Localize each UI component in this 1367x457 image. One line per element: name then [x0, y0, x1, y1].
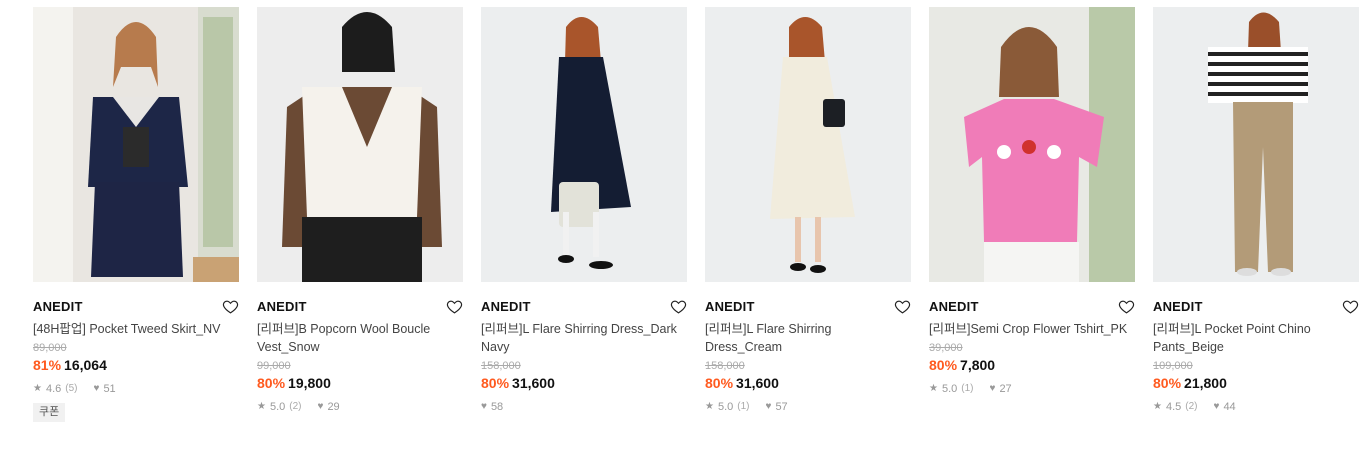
- original-price: 39,000: [929, 342, 963, 354]
- rating-value: 5.0: [941, 383, 958, 395]
- product-image[interactable]: [1153, 7, 1359, 282]
- product-meta: ★ 5.0 (1) ♥ 57: [705, 401, 911, 413]
- product-grid: ANEDIT [48H팝업] Pocket Tweed Skirt_NV 89,…: [33, 7, 1359, 422]
- discount-rate: 80%: [705, 375, 734, 391]
- price-row: 81% 16,064: [33, 356, 239, 374]
- product-title[interactable]: [리퍼브]B Popcorn Wool Boucle Vest_Snow: [257, 320, 463, 356]
- like-heart-icon[interactable]: [669, 297, 687, 315]
- star-icon: ★: [33, 383, 42, 394]
- like-count: 58: [490, 401, 504, 413]
- product-photo-tweed-skirt: [33, 7, 239, 282]
- rating-value: 5.0: [269, 401, 286, 413]
- review-count: (1): [961, 383, 974, 394]
- brand-name[interactable]: ANEDIT: [33, 299, 83, 314]
- product-image[interactable]: [481, 7, 687, 282]
- brand-name[interactable]: ANEDIT: [481, 299, 531, 314]
- product-image[interactable]: [929, 7, 1135, 282]
- original-price: 158,000: [481, 360, 521, 372]
- star-icon: ★: [1153, 401, 1162, 412]
- like-count: 27: [999, 383, 1012, 395]
- heart-filled-icon: ♥: [317, 401, 324, 412]
- like-count: 51: [103, 383, 116, 395]
- product-card[interactable]: ANEDIT [리퍼브]B Popcorn Wool Boucle Vest_S…: [257, 7, 463, 422]
- original-price: 89,000: [33, 342, 67, 354]
- like-heart-icon[interactable]: [221, 297, 239, 315]
- product-meta: ★ 4.6 (5) ♥ 51: [33, 383, 239, 395]
- sale-price: 31,600: [736, 375, 779, 391]
- product-image[interactable]: [257, 7, 463, 282]
- review-count: (2): [1185, 401, 1198, 412]
- product-title[interactable]: [리퍼브]Semi Crop Flower Tshirt_PK: [929, 320, 1135, 338]
- review-count: (1): [737, 401, 750, 412]
- sale-price: 31,600: [512, 375, 555, 391]
- product-photo-cream-dress: [705, 7, 911, 282]
- sale-price: 7,800: [960, 357, 996, 373]
- brand-name[interactable]: ANEDIT: [929, 299, 979, 314]
- brand-name[interactable]: ANEDIT: [705, 299, 755, 314]
- brand-name[interactable]: ANEDIT: [1153, 299, 1203, 314]
- review-count: (5): [65, 383, 78, 394]
- product-image[interactable]: [33, 7, 239, 282]
- heart-filled-icon: ♥: [93, 383, 100, 394]
- review-count: (2): [289, 401, 302, 412]
- like-count: 44: [1223, 401, 1236, 413]
- product-image[interactable]: [705, 7, 911, 282]
- original-price: 99,000: [257, 360, 291, 372]
- heart-filled-icon: ♥: [481, 401, 487, 412]
- product-photo-boucle-vest: [257, 7, 463, 282]
- discount-rate: 80%: [1153, 375, 1182, 391]
- product-card[interactable]: ANEDIT [리퍼브]Semi Crop Flower Tshirt_PK 3…: [929, 7, 1135, 422]
- like-heart-icon[interactable]: [445, 297, 463, 315]
- product-title[interactable]: [리퍼브]L Pocket Point Chino Pants_Beige: [1153, 320, 1359, 356]
- discount-rate: 80%: [257, 375, 286, 391]
- discount-rate: 81%: [33, 357, 62, 373]
- rating-value: 4.6: [45, 383, 62, 395]
- product-meta: ★ 5.0 (1) ♥ 27: [929, 383, 1135, 395]
- star-icon: ★: [257, 401, 266, 412]
- rating-value: 4.5: [1165, 401, 1182, 413]
- coupon-badge: 쿠폰: [33, 403, 66, 422]
- heart-filled-icon: ♥: [989, 383, 996, 394]
- product-card[interactable]: ANEDIT [리퍼브]L Flare Shirring Dress_Dark …: [481, 7, 687, 422]
- product-title[interactable]: [리퍼브]L Flare Shirring Dress_Dark Navy: [481, 320, 687, 356]
- like-heart-icon[interactable]: [1341, 297, 1359, 315]
- brand-name[interactable]: ANEDIT: [257, 299, 307, 314]
- price-row: 80% 7,800: [929, 356, 1135, 374]
- price-row: 80% 19,800: [257, 374, 463, 392]
- product-meta: ★ 4.5 (2) ♥ 44: [1153, 401, 1359, 413]
- product-card[interactable]: ANEDIT [리퍼브]L Flare Shirring Dress_Cream…: [705, 7, 911, 422]
- like-count: 57: [775, 401, 788, 413]
- original-price: 158,000: [705, 360, 745, 372]
- product-photo-pink-tshirt: [929, 7, 1135, 282]
- product-meta: ★ 5.0 (2) ♥ 29: [257, 401, 463, 413]
- heart-filled-icon: ♥: [765, 401, 772, 412]
- sale-price: 19,800: [288, 375, 331, 391]
- like-heart-icon[interactable]: [1117, 297, 1135, 315]
- product-meta: ♥ 58: [481, 401, 687, 413]
- price-row: 80% 31,600: [481, 374, 687, 392]
- product-title[interactable]: [48H팝업] Pocket Tweed Skirt_NV: [33, 320, 239, 338]
- product-card[interactable]: ANEDIT [48H팝업] Pocket Tweed Skirt_NV 89,…: [33, 7, 239, 422]
- sale-price: 21,800: [1184, 375, 1227, 391]
- star-icon: ★: [929, 383, 938, 394]
- heart-filled-icon: ♥: [1213, 401, 1220, 412]
- sale-price: 16,064: [64, 357, 107, 373]
- like-heart-icon[interactable]: [893, 297, 911, 315]
- product-title[interactable]: [리퍼브]L Flare Shirring Dress_Cream: [705, 320, 911, 356]
- discount-rate: 80%: [929, 357, 958, 373]
- like-count: 29: [327, 401, 340, 413]
- rating-value: 5.0: [717, 401, 734, 413]
- product-photo-chino-pants: [1153, 7, 1359, 282]
- product-card[interactable]: ANEDIT [리퍼브]L Pocket Point Chino Pants_B…: [1153, 7, 1359, 422]
- discount-rate: 80%: [481, 375, 510, 391]
- product-photo-navy-dress: [481, 7, 687, 282]
- price-row: 80% 31,600: [705, 374, 911, 392]
- star-icon: ★: [705, 401, 714, 412]
- price-row: 80% 21,800: [1153, 374, 1359, 392]
- original-price: 109,000: [1153, 360, 1193, 372]
